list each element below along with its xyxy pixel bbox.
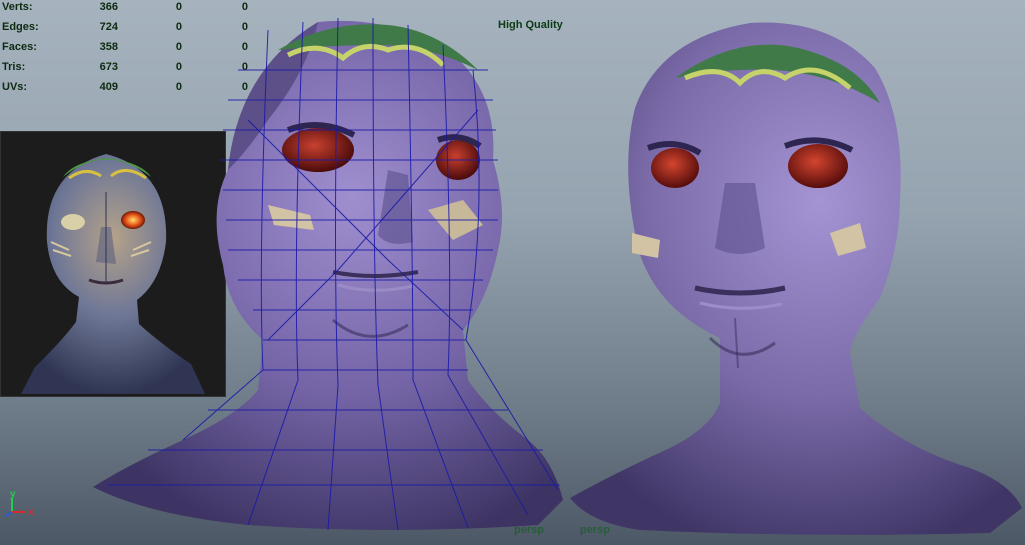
camera-label-left: persp <box>514 524 544 536</box>
hud-label: Faces: <box>2 41 37 53</box>
axis-y-label: y <box>10 489 16 500</box>
textured-head-model[interactable] <box>560 8 1022 538</box>
axis-x-label: x <box>28 507 34 518</box>
camera-label-right: persp <box>580 524 610 536</box>
hud-label: Tris: <box>2 61 26 73</box>
hud-label: Verts: <box>2 1 33 13</box>
axis-gizmo: y x <box>5 489 34 518</box>
wireframe-head-model[interactable] <box>88 10 568 535</box>
hud-label: Edges: <box>2 21 39 33</box>
hud-label: UVs: <box>2 81 28 93</box>
